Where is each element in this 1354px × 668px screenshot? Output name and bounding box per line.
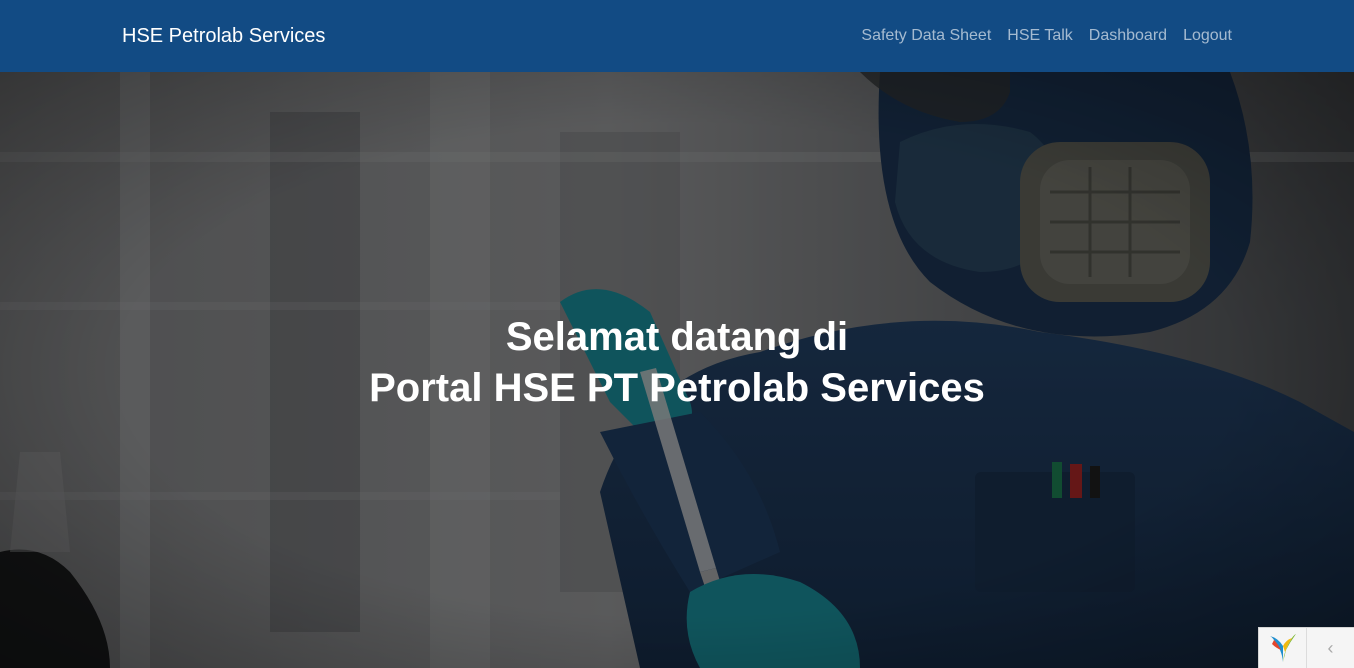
top-navbar: HSE Petrolab Services Safety Data Sheet …: [0, 0, 1354, 72]
nav-link-hse-talk[interactable]: HSE Talk: [999, 26, 1081, 46]
hero-banner: Selamat datang di Portal HSE PT Petrolab…: [0, 72, 1354, 668]
yii-logo-icon[interactable]: [1259, 628, 1307, 668]
nav-link-safety-data-sheet[interactable]: Safety Data Sheet: [853, 26, 999, 46]
hero-title: Selamat datang di Portal HSE PT Petrolab…: [0, 312, 1354, 414]
nav-menu: Safety Data Sheet HSE Talk Dashboard Log…: [853, 26, 1232, 46]
nav-link-logout[interactable]: Logout: [1175, 26, 1232, 46]
brand-link[interactable]: HSE Petrolab Services: [122, 23, 325, 49]
debug-toolbar: ‹: [1258, 627, 1354, 668]
nav-link-dashboard[interactable]: Dashboard: [1081, 26, 1175, 46]
hero-title-line-2: Portal HSE PT Petrolab Services: [369, 366, 985, 410]
chevron-left-icon[interactable]: ‹: [1307, 628, 1354, 668]
hero-title-line-1: Selamat datang di: [505, 315, 849, 359]
